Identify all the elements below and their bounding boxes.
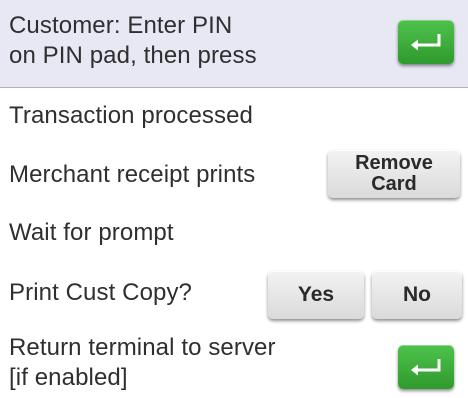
step-5-text: Print Cust Copy?: [9, 279, 193, 306]
remove-card-label-line-1: Remove: [355, 152, 433, 174]
step-1-text: Customer: Enter PIN on PIN pad, then pre…: [9, 11, 257, 71]
divider: [0, 87, 468, 88]
step-3-text: Merchant receipt prints: [9, 161, 256, 188]
step-1-line-1: Customer: Enter PIN: [9, 12, 233, 39]
enter-return-icon: [411, 34, 441, 51]
step-6-line-1: Return terminal to server: [9, 334, 276, 361]
step-4-text: Wait for prompt: [9, 219, 174, 246]
yes-button[interactable]: Yes: [268, 271, 364, 319]
no-button[interactable]: No: [372, 271, 462, 319]
step-2-text: Transaction processed: [9, 102, 253, 129]
instruction-banner: Customer: Enter PIN on PIN pad, then pre…: [0, 0, 468, 87]
remove-card-label-line-2: Card: [371, 173, 417, 195]
step-6-line-2: [if enabled]: [9, 364, 128, 391]
remove-card-button[interactable]: Remove Card: [328, 150, 460, 198]
enter-key-button[interactable]: [398, 20, 454, 64]
enter-return-icon: [411, 359, 441, 376]
step-6-text: Return terminal to server [if enabled]: [9, 333, 276, 393]
step-1-line-2: on PIN pad, then press: [9, 42, 257, 69]
enter-key-button-2[interactable]: [398, 345, 454, 389]
